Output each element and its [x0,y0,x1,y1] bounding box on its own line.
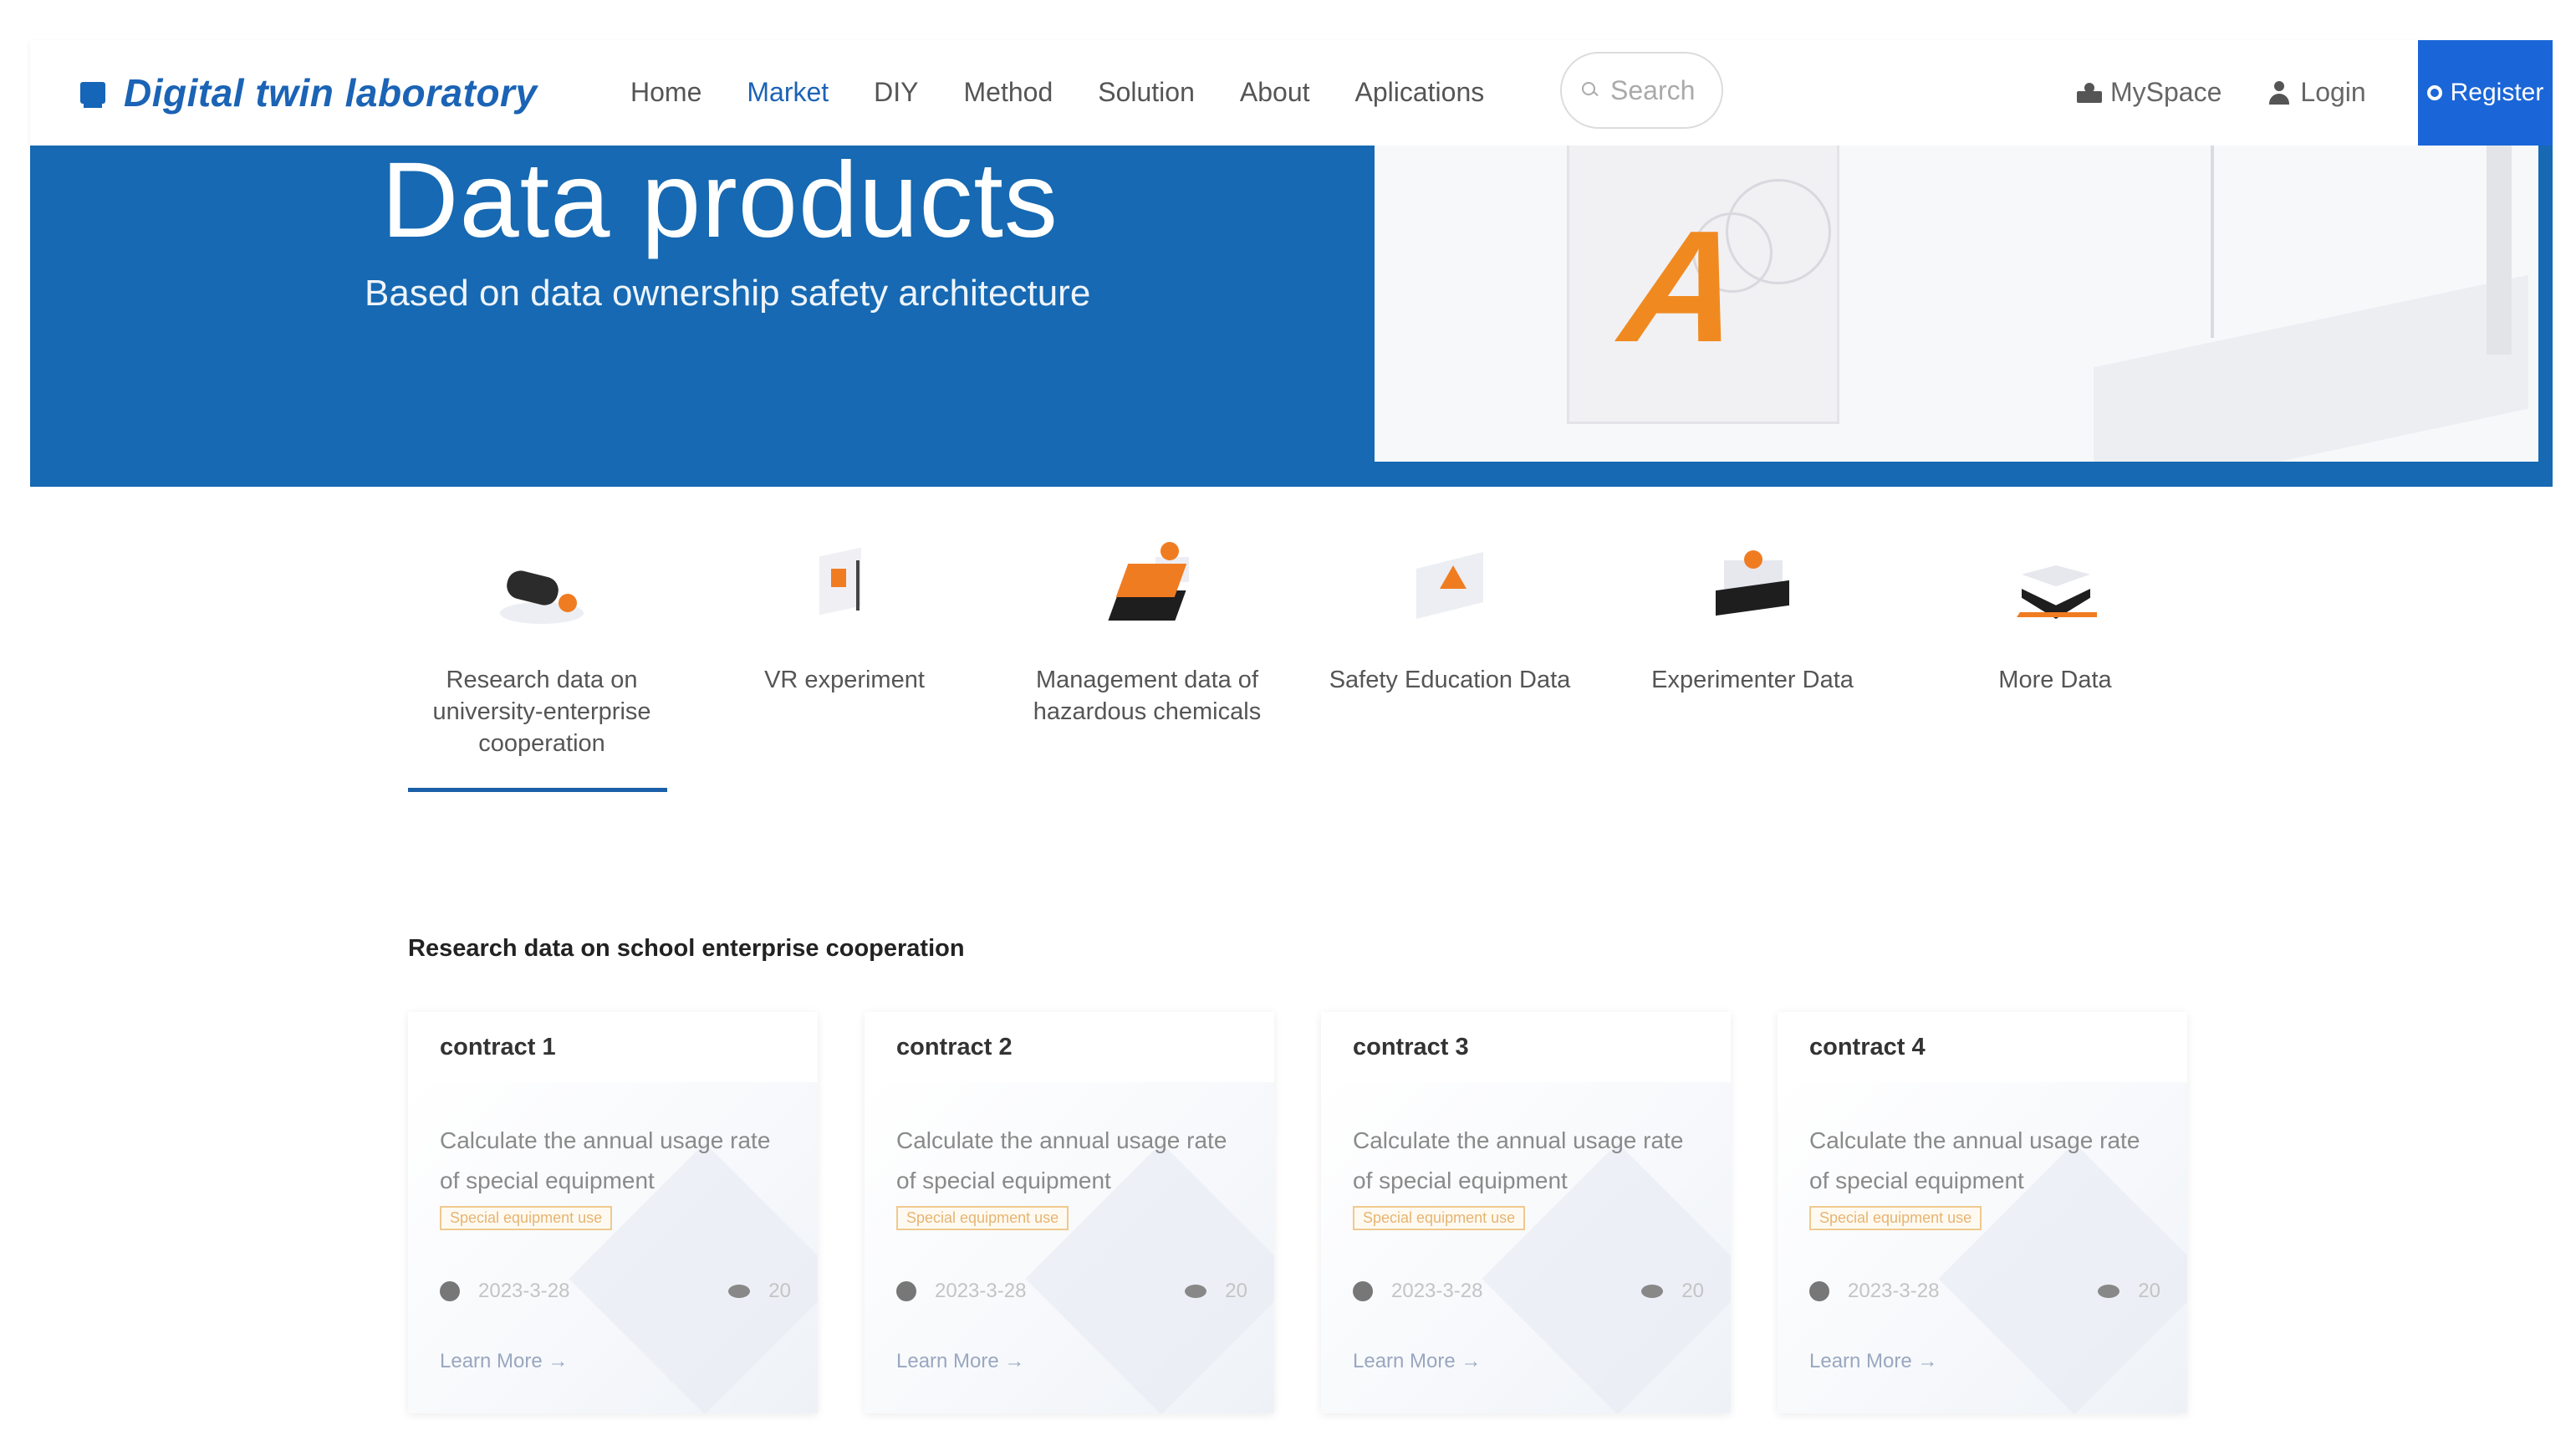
card-title: contract 4 [1778,1012,2187,1083]
illustration-column [2487,146,2512,355]
card-date: 2023-3-28 [478,1280,570,1302]
category-label: VR experiment [764,667,925,693]
account-links: MySpace Login [2077,77,2413,108]
register-label: Register [2450,79,2544,106]
card-body: Calculate the annual usage rate of speci… [408,1082,818,1413]
hazardous-chemicals-icon [1097,535,1197,636]
main-nav: Home Market DIY Method Solution About Ap… [630,77,1529,108]
card-body: Calculate the annual usage rate of speci… [1778,1082,2187,1413]
card-tag: Special equipment use [1809,1206,1982,1230]
vr-experiment-icon [794,535,895,636]
top-navbar: Digital twin laboratory Home Market DIY … [30,40,2553,146]
illustration-pole [2211,146,2214,338]
myspace-label: MySpace [2110,77,2222,107]
nav-market[interactable]: Market [747,77,829,108]
active-tab-underline [408,788,667,792]
eye-icon [2098,1285,2120,1298]
section-title: Research data on school enterprise coope… [408,935,965,962]
nav-about[interactable]: About [1240,77,1310,108]
card-views: 20 [2138,1280,2160,1302]
card-views: 20 [768,1280,791,1302]
laptop-icon [80,82,105,108]
login-label: Login [2300,77,2366,107]
card-tag: Special equipment use [896,1206,1069,1230]
register-icon [2426,85,2442,100]
card-meta: 2023-3-28 20 [1353,1280,1704,1303]
learn-more-link[interactable]: Learn More → [440,1350,568,1373]
learn-more-link[interactable]: Learn More → [1353,1350,1481,1373]
search-placeholder: Search [1610,74,1696,105]
card-description: Calculate the annual usage rate of speci… [1353,1127,1684,1193]
category-more-data[interactable]: More Data [1921,535,2189,696]
category-vr-experiment[interactable]: VR experiment [711,535,978,696]
category-hazardous-chemicals[interactable]: Management data of hazardous chemicals [1013,535,1281,728]
register-button[interactable]: Register [2418,40,2553,146]
data-card[interactable]: contract 2 Calculate the annual usage ra… [865,1012,1274,1413]
nav-method[interactable]: Method [964,77,1053,108]
card-tag: Special equipment use [440,1206,613,1230]
banner-subtitle: Based on data ownership safety architect… [365,273,1091,314]
logo[interactable]: Digital twin laboratory [80,70,538,115]
card-tag: Special equipment use [1353,1206,1526,1230]
card-description: Calculate the annual usage rate of speci… [440,1127,771,1193]
nav-solution[interactable]: Solution [1098,77,1195,108]
learn-more-link[interactable]: Learn More → [896,1350,1024,1373]
card-description: Calculate the annual usage rate of speci… [896,1127,1227,1193]
eye-icon [728,1285,751,1298]
card-body: Calculate the annual usage rate of speci… [1321,1082,1731,1413]
card-title: contract 1 [408,1012,818,1083]
card-title: contract 3 [1321,1012,1731,1083]
user-icon [2268,80,2290,105]
clock-icon [440,1281,460,1301]
category-label: More Data [1998,667,2112,693]
myspace-icon [2077,82,2102,103]
research-data-icon [492,535,592,636]
nav-diy[interactable]: DIY [874,77,918,108]
category-label: Research data on university-enterprise c… [432,667,651,757]
banner-title: Data products [381,141,1058,260]
nav-home[interactable]: Home [630,77,701,108]
more-data-icon [2005,535,2105,636]
search-icon [1582,82,1599,99]
clock-icon [896,1281,916,1301]
card-description: Calculate the annual usage rate of speci… [1809,1127,2140,1193]
data-card[interactable]: contract 1 Calculate the annual usage ra… [408,1012,818,1413]
category-tabs: Research data on university-enterprise c… [408,535,2164,803]
category-experimenter-data[interactable]: Experimenter Data [1619,535,1886,696]
card-title: contract 2 [865,1012,1274,1083]
illustration-platform [2094,274,2528,462]
eye-icon [1641,1285,1664,1298]
card-views: 20 [1681,1280,1704,1302]
card-meta: 2023-3-28 20 [896,1280,1247,1303]
category-label: Experimenter Data [1651,667,1854,693]
nav-aplications[interactable]: Aplications [1355,77,1485,108]
clock-icon [1809,1281,1829,1301]
card-date: 2023-3-28 [935,1280,1027,1302]
safety-education-icon [1400,535,1500,636]
category-label: Safety Education Data [1329,667,1571,693]
learn-more-link[interactable]: Learn More → [1809,1350,1937,1373]
clock-icon [1353,1281,1373,1301]
card-date: 2023-3-28 [1848,1280,1940,1302]
category-label: Management data of hazardous chemicals [1033,667,1262,725]
banner-illustration: A [1375,146,2538,462]
experimenter-data-icon [1702,535,1803,636]
category-safety-education[interactable]: Safety Education Data [1316,535,1584,696]
card-body: Calculate the annual usage rate of speci… [865,1082,1274,1413]
hero-banner: Data products Based on data ownership sa… [30,141,2553,487]
myspace-link[interactable]: MySpace [2077,77,2221,108]
eye-icon [1185,1285,1207,1298]
card-date: 2023-3-28 [1391,1280,1483,1302]
card-meta: 2023-3-28 20 [1809,1280,2160,1303]
login-link[interactable]: Login [2268,77,2366,108]
data-card[interactable]: contract 3 Calculate the annual usage ra… [1321,1012,1731,1413]
card-meta: 2023-3-28 20 [440,1280,791,1303]
data-card[interactable]: contract 4 Calculate the annual usage ra… [1778,1012,2187,1413]
category-research-data[interactable]: Research data on university-enterprise c… [408,535,676,759]
logo-text: Digital twin laboratory [124,71,538,115]
card-views: 20 [1225,1280,1247,1302]
search-input[interactable]: Search [1560,52,1723,129]
